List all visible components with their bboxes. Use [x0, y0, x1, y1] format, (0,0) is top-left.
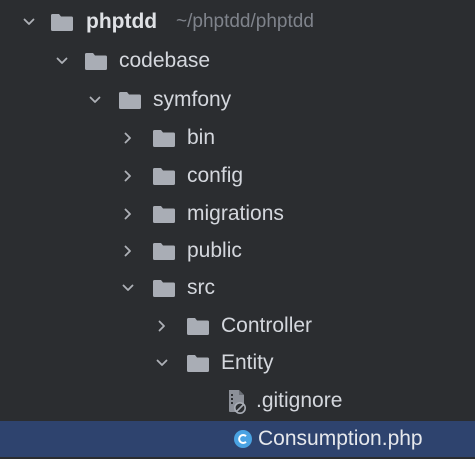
tree-row-symfony[interactable]: symfony [0, 82, 475, 118]
tree-row-migrations[interactable]: migrations [0, 196, 475, 232]
chevron-right-icon[interactable] [117, 120, 139, 156]
tree-row-controller[interactable]: Controller [0, 308, 475, 344]
chevron-down-icon[interactable] [151, 345, 173, 381]
gitignore-file-icon [229, 390, 246, 414]
folder-icon [153, 280, 175, 297]
tree-row-consumption-php[interactable]: Consumption.php [0, 421, 475, 457]
folder-icon [51, 14, 73, 31]
tree-label: public [187, 239, 242, 262]
tree-label: Entity [221, 351, 274, 374]
tree-label-project: phptdd [86, 10, 158, 33]
tree-label: codebase [119, 49, 211, 72]
chevron-right-icon[interactable] [117, 233, 139, 269]
tree-row-src[interactable]: src [0, 270, 475, 306]
chevron-down-icon[interactable] [51, 43, 73, 79]
tree-label: migrations [187, 202, 284, 225]
chevron-down-icon[interactable] [18, 4, 40, 40]
chevron-down-icon[interactable] [84, 82, 106, 118]
folder-icon [153, 168, 175, 185]
tree-label: Consumption.php [258, 427, 423, 450]
tree-label: symfony [153, 88, 232, 111]
tree-label: .gitignore [256, 389, 343, 412]
tree-row-bin[interactable]: bin [0, 120, 475, 156]
folder-icon [187, 355, 209, 372]
project-tool-window: phptdd ~/phptdd/phptdd codebase symfony [0, 0, 475, 459]
tree-row-config[interactable]: config [0, 158, 475, 194]
chevron-right-icon[interactable] [117, 158, 139, 194]
tree-row-gitignore[interactable]: .gitignore [0, 383, 475, 419]
tree-label: config [187, 164, 244, 187]
php-class-icon [234, 430, 252, 448]
tree-row-phptdd[interactable]: phptdd ~/phptdd/phptdd [0, 4, 475, 40]
folder-icon [153, 206, 175, 223]
folder-icon [85, 53, 107, 70]
project-path: ~/phptdd/phptdd [176, 11, 314, 32]
tree-label: Controller [221, 314, 313, 337]
folder-icon [187, 318, 209, 335]
tree-row-public[interactable]: public [0, 233, 475, 269]
tree-label: src [187, 276, 215, 299]
tree-row-entity[interactable]: Entity [0, 345, 475, 381]
tree-label: bin [187, 126, 216, 149]
folder-icon [119, 92, 141, 109]
chevron-right-icon[interactable] [117, 196, 139, 232]
chevron-right-icon[interactable] [151, 308, 173, 344]
folder-icon [153, 130, 175, 147]
folder-icon [153, 243, 175, 260]
tree-row-codebase[interactable]: codebase [0, 43, 475, 79]
chevron-down-icon[interactable] [117, 270, 139, 306]
